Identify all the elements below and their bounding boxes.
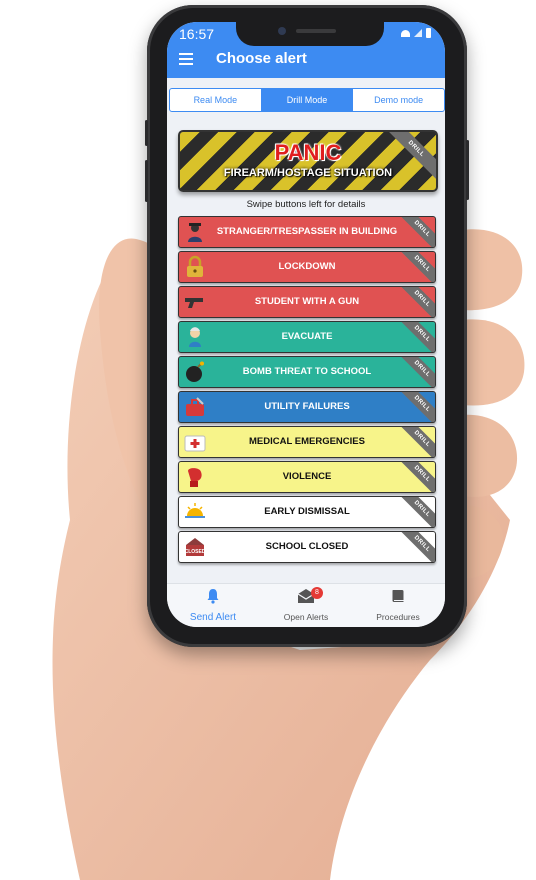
alert-button-stranger-trespasser-in-building[interactable]: STRANGER/TRESPASSER IN BUILDING DRILL xyxy=(178,216,436,248)
alert-button-school-closed[interactable]: CLOSED SCHOOL CLOSED DRILL xyxy=(178,531,436,563)
tab-label: Open Alerts xyxy=(283,612,329,622)
battery-icon xyxy=(426,28,431,38)
tab-label: Procedures xyxy=(376,612,420,622)
alert-label: EARLY DISMISSAL xyxy=(264,506,350,517)
panic-title: PANIC xyxy=(274,140,342,165)
alert-button-bomb-threat-to-school[interactable]: BOMB THREAT TO SCHOOL DRILL xyxy=(178,356,436,388)
status-icons xyxy=(401,28,431,38)
tab-procedures[interactable]: Procedures xyxy=(358,588,438,622)
alert-label: VIOLENCE xyxy=(282,471,332,482)
alert-label: LOCKDOWN xyxy=(278,261,336,272)
open-alerts-badge: 8 xyxy=(311,587,323,599)
power-button xyxy=(466,140,469,200)
alert-button-utility-failures[interactable]: UTILITY FAILURES DRILL xyxy=(178,391,436,423)
tab-label: Send Alert xyxy=(189,612,237,623)
panic-alert-button[interactable]: PANIC FIREARM/HOSTAGE SITUATION DRILL xyxy=(178,130,438,192)
wifi-icon xyxy=(401,29,410,37)
alert-label: SCHOOL CLOSED xyxy=(265,541,349,552)
mode-selector: Real Mode Drill Mode Demo mode xyxy=(169,88,445,112)
alert-label: MEDICAL EMERGENCIES xyxy=(249,436,365,447)
page-title: Choose alert xyxy=(216,50,307,67)
panic-subtitle: FIREARM/HOSTAGE SITUATION xyxy=(223,167,393,179)
tab-open-alerts[interactable]: 8 Open Alerts xyxy=(266,587,346,622)
book-icon xyxy=(392,590,404,602)
alert-button-violence[interactable]: VIOLENCE DRILL xyxy=(178,461,436,493)
signal-icon xyxy=(414,29,422,37)
alert-button-early-dismissal[interactable]: EARLY DISMISSAL DRILL xyxy=(178,496,436,528)
phone-screen: 16:57 Choose alert Real Mode Drill Mode … xyxy=(167,22,445,627)
swipe-hint: Swipe buttons left for details xyxy=(246,199,366,210)
alert-label: EVACUATE xyxy=(281,331,333,342)
alert-button-medical-emergencies[interactable]: MEDICAL EMERGENCIES DRILL xyxy=(178,426,436,458)
tab-send-alert[interactable]: Send Alert xyxy=(173,588,253,623)
volume-button xyxy=(145,160,148,202)
alert-button-student-with-a-gun[interactable]: STUDENT WITH A GUN DRILL xyxy=(178,286,436,318)
alert-label: UTILITY FAILURES xyxy=(264,401,350,412)
drill-mode-button[interactable]: Drill Mode xyxy=(261,89,354,111)
alert-button-evacuate[interactable]: EVACUATE DRILL xyxy=(178,321,436,353)
status-time: 16:57 xyxy=(179,26,215,42)
volume-button xyxy=(145,120,148,146)
alert-label: STRANGER/TRESPASSER IN BUILDING xyxy=(216,226,398,237)
hamburger-menu-icon[interactable] xyxy=(179,53,193,65)
bottom-tab-bar: Send Alert 8 Open Alerts Procedures xyxy=(167,583,445,627)
alert-label: STUDENT WITH A GUN xyxy=(254,296,360,307)
real-mode-button[interactable]: Real Mode xyxy=(170,89,262,111)
alert-label: BOMB THREAT TO SCHOOL xyxy=(242,366,372,377)
demo-mode-button[interactable]: Demo mode xyxy=(353,89,444,111)
alert-button-lockdown[interactable]: LOCKDOWN DRILL xyxy=(178,251,436,283)
phone-notch xyxy=(236,22,384,46)
bell-icon xyxy=(207,589,219,604)
